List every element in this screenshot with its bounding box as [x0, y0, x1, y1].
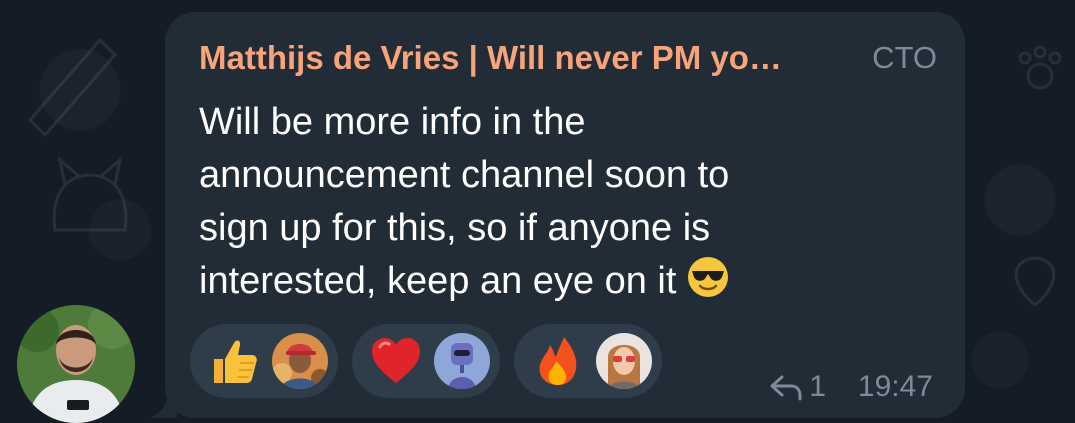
fire-icon	[539, 337, 577, 385]
reactor-avatar	[434, 333, 490, 389]
doodle-cat-icon	[52, 156, 128, 232]
doodle-pencil-icon	[27, 37, 118, 138]
sender-header: Matthijs de Vries | Will never PM yo… CT…	[199, 38, 937, 78]
reaction-fire[interactable]	[514, 324, 662, 398]
sender-avatar-image	[17, 305, 135, 423]
reactor-avatar-woman	[596, 333, 652, 389]
message-bubble[interactable]: Matthijs de Vries | Will never PM yo… CT…	[165, 12, 965, 418]
message-meta: 1 19:47	[769, 370, 933, 404]
sender-role-badge: CTO	[872, 40, 937, 75]
sunglasses-emoji-icon	[688, 257, 729, 297]
reactions-row	[190, 324, 662, 398]
message-text: Will be more info in the announcement ch…	[199, 96, 899, 308]
reactor-avatar-robot	[434, 333, 490, 389]
message-time: 19:47	[857, 370, 933, 403]
red-heart-icon	[372, 338, 420, 383]
reactor-avatar	[596, 333, 652, 389]
doodle-strawberry-icon	[1014, 256, 1056, 307]
reply-icon[interactable]	[769, 372, 803, 402]
reaction-heart[interactable]	[352, 324, 500, 398]
reaction-thumbs-up[interactable]	[190, 324, 338, 398]
doodle-paw-icon	[1018, 45, 1062, 90]
reply-count[interactable]: 1	[809, 370, 826, 404]
reactor-avatar	[272, 333, 328, 389]
sender-name[interactable]: Matthijs de Vries | Will never PM yo…	[199, 39, 782, 77]
thumbs-up-icon	[214, 340, 257, 383]
message-body: Will be more info in the announcement ch…	[199, 101, 730, 302]
sender-avatar[interactable]	[17, 305, 135, 423]
reactor-avatar-red-cap	[272, 333, 328, 389]
